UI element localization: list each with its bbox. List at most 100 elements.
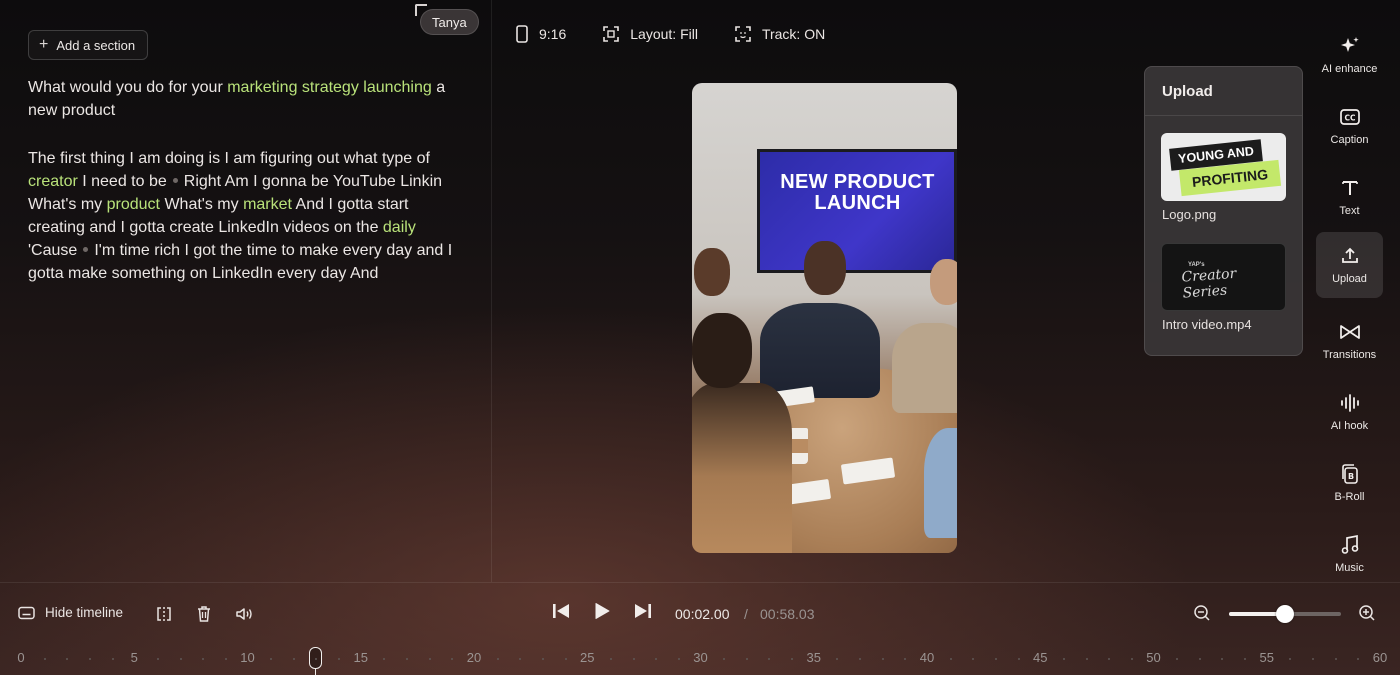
sidebar-item-b-roll[interactable]: B B-Roll <box>1316 450 1383 516</box>
timeline-minor-tick <box>406 658 409 660</box>
sidebar-label: AI hook <box>1330 420 1369 432</box>
timeline-minor-tick <box>836 658 839 660</box>
delete-button[interactable] <box>194 604 214 624</box>
zoom-in-button[interactable] <box>1358 604 1376 622</box>
transcript-word-run[interactable]: What's my <box>160 196 243 213</box>
timeline-minor-tick <box>994 658 997 660</box>
timeline-minor-tick <box>768 658 771 660</box>
hide-timeline-label: Hide timeline <box>45 605 124 620</box>
timeline-minor-tick <box>1062 658 1065 660</box>
upload-panel-title: Upload <box>1162 83 1213 100</box>
transcript-paragraph[interactable]: The first thing I am doing is I am figur… <box>28 147 468 285</box>
speaker-name: Tanya <box>432 14 467 30</box>
person-right-head <box>930 259 957 305</box>
transcript-word-run[interactable]: 'Cause <box>28 242 77 259</box>
transcript-word-run[interactable]: I'm time rich I got the time to make eve… <box>28 242 452 282</box>
add-section-button[interactable]: + Add a section <box>28 30 149 60</box>
layout-button[interactable]: Layout: Fill <box>602 25 698 43</box>
hide-timeline-button[interactable]: Hide timeline <box>18 605 123 620</box>
face-track-icon <box>734 25 752 43</box>
pause-marker[interactable] <box>172 177 178 183</box>
zoom-slider[interactable] <box>1229 605 1341 623</box>
timeline-tick-label: 60 <box>1372 650 1388 665</box>
sidebar-item-music[interactable]: Music <box>1316 521 1383 587</box>
editor-window: + Add a section Tanya What would you do … <box>0 0 1400 675</box>
tv-text-line: NEW PRODUCT <box>780 171 935 193</box>
timeline-minor-tick <box>609 658 612 660</box>
pause-marker[interactable] <box>83 246 89 252</box>
upload-item-thumbnail[interactable]: YAP's Creator Series <box>1161 243 1286 311</box>
trash-icon <box>196 605 212 623</box>
add-section-label: Add a section <box>56 37 136 53</box>
preview-toolbar: 9:16 Layout: Fill Track: ON <box>515 22 825 46</box>
highlighted-keyword[interactable]: market <box>243 196 292 213</box>
video-preview[interactable]: NEW PRODUCT LAUNCH <box>692 83 957 553</box>
skip-back-button[interactable] <box>551 602 571 620</box>
volume-button[interactable] <box>234 604 254 624</box>
skip-forward-button[interactable] <box>633 602 653 620</box>
timeline-minor-tick <box>1334 658 1337 660</box>
timeline-minor-tick <box>1289 658 1292 660</box>
skip-back-icon <box>553 604 569 618</box>
waveform-icon <box>1339 392 1361 414</box>
tv-screen-text: NEW PRODUCT LAUNCH <box>760 172 955 214</box>
timeline-minor-tick <box>1017 658 1020 660</box>
timeline-ruler[interactable]: 0 5 10 15 20 25 30 35 40 45 50 55 60 <box>0 647 1400 675</box>
person-left-head <box>694 248 730 296</box>
zoom-out-button[interactable] <box>1193 604 1211 622</box>
timeline-tick-label: 10 <box>240 650 255 665</box>
speaker-tag[interactable]: Tanya <box>420 9 479 35</box>
transcript-panel: + Add a section Tanya What would you do … <box>0 0 492 582</box>
upload-item-thumbnail[interactable]: YOUNG AND PROFITING <box>1161 133 1286 201</box>
play-button[interactable] <box>593 602 611 620</box>
timeline-minor-tick <box>1244 658 1247 660</box>
track-button[interactable]: Track: ON <box>734 25 825 43</box>
sidebar-item-caption[interactable]: CC Caption <box>1316 93 1383 159</box>
transcript-word-run[interactable]: The first thing I am doing is I am figur… <box>28 150 430 167</box>
transcript-paragraph[interactable]: What would you do for your marketing str… <box>28 76 468 122</box>
sidebar-item-upload[interactable]: Upload <box>1316 232 1383 298</box>
highlighted-keyword[interactable]: product <box>107 196 160 213</box>
timeline-minor-tick <box>428 658 431 660</box>
timeline-tick-label: 20 <box>466 650 482 665</box>
transcript-word-run[interactable]: What would you do for your <box>28 79 227 96</box>
timeline-tick-label: 30 <box>693 650 708 665</box>
timeline-minor-tick <box>1108 658 1111 660</box>
highlighted-keyword[interactable]: marketing strategy launching <box>227 79 432 96</box>
speaker-icon <box>235 606 253 622</box>
plus-icon: + <box>39 36 49 53</box>
timeline-minor-tick <box>1312 658 1315 660</box>
zoom-slider-handle[interactable] <box>1276 605 1294 623</box>
transcript-text[interactable]: What would you do for your marketing str… <box>28 76 468 310</box>
transcript-word-run[interactable]: I need to be <box>78 173 167 190</box>
timeline-minor-tick <box>270 658 273 660</box>
sidebar-item-ai-hook[interactable]: AI hook <box>1316 379 1383 445</box>
upload-panel: Upload YOUNG AND PROFITING Logo.png YAP'… <box>1144 66 1303 356</box>
timeline-minor-tick <box>655 658 658 660</box>
aspect-ratio-button[interactable]: 9:16 <box>515 25 566 43</box>
person-center <box>760 303 880 398</box>
split-clip-button[interactable] <box>154 604 174 624</box>
highlighted-keyword[interactable]: daily <box>383 219 416 236</box>
timeline-minor-tick <box>1130 658 1133 660</box>
timeline-bar: Hide timeline 00:02.00 / 00:58.03 0 5 10… <box>0 582 1400 675</box>
upload-item-name[interactable]: Intro video.mp4 <box>1162 317 1252 332</box>
sidebar-label: AI enhance <box>1321 63 1378 75</box>
timeline-minor-tick <box>632 658 635 660</box>
broll-icon: B <box>1340 463 1360 485</box>
sidebar-item-ai-enhance[interactable]: AI enhance <box>1316 22 1383 88</box>
sidebar-label: Caption <box>1330 134 1369 146</box>
sidebar-item-transitions[interactable]: Transitions <box>1316 308 1383 374</box>
aspect-ratio-label: 9:16 <box>539 26 567 42</box>
sidebar-item-text[interactable]: Text <box>1316 164 1383 230</box>
track-label: Track: ON <box>761 26 826 42</box>
upload-item-name[interactable]: Logo.png <box>1162 207 1216 222</box>
cc-icon: CC <box>1339 106 1361 128</box>
sidebar-label: Upload <box>1332 273 1367 285</box>
timeline-minor-tick <box>745 658 748 660</box>
highlighted-keyword[interactable]: creator <box>28 173 78 190</box>
timeline-minor-tick <box>519 658 522 660</box>
playhead-line <box>314 669 317 675</box>
timeline-tick-label: 15 <box>353 650 368 665</box>
timeline-minor-tick <box>1357 658 1360 660</box>
